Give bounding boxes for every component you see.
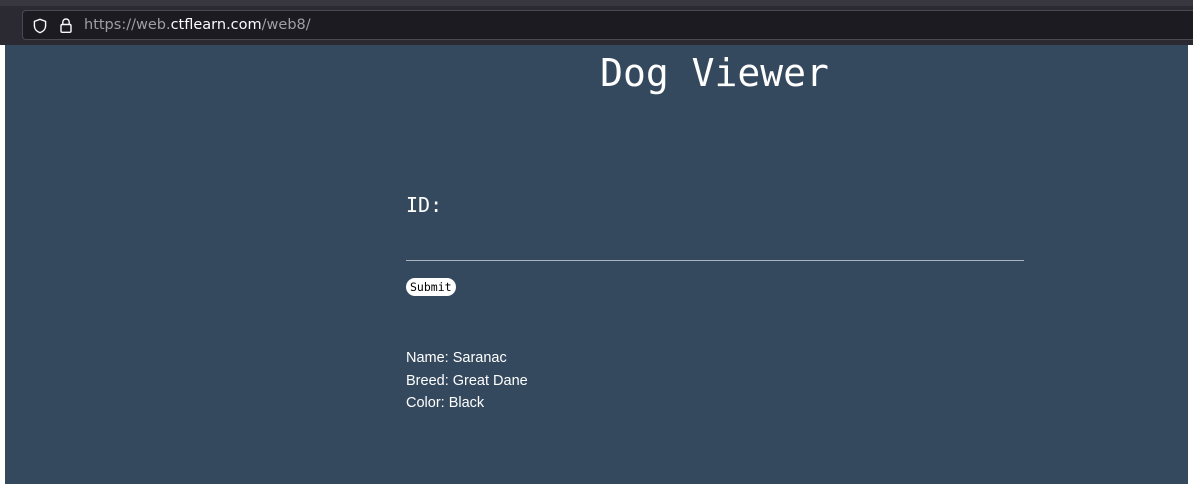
shield-icon[interactable]	[32, 18, 48, 34]
browser-window: https://web.ctflearn.com/web8/ Dog Viewe…	[0, 0, 1193, 489]
dog-info: Name: Saranac Breed: Great Dane Color: B…	[406, 347, 528, 415]
id-input[interactable]	[406, 231, 1024, 261]
page-title: Dog Viewer	[600, 51, 829, 95]
dog-name: Name: Saranac	[406, 350, 507, 366]
lock-icon[interactable]	[58, 17, 74, 34]
url-path: /web8/	[261, 17, 311, 33]
dog-color: Color: Black	[406, 395, 485, 411]
url-domain: ctflearn.com	[170, 17, 262, 33]
url-prefix: https://web.	[84, 17, 171, 33]
address-bar[interactable]: https://web.ctflearn.com/web8/	[22, 10, 1193, 40]
browser-toolbar: https://web.ctflearn.com/web8/	[0, 0, 1193, 45]
id-label: ID:	[406, 193, 443, 217]
url-text[interactable]: https://web.ctflearn.com/web8/	[84, 16, 311, 34]
page-content: Dog Viewer ID: Submit Name: Saranac Bree…	[5, 45, 1188, 484]
submit-button[interactable]: Submit	[406, 278, 456, 296]
dog-breed: Breed: Great Dane	[406, 372, 528, 389]
